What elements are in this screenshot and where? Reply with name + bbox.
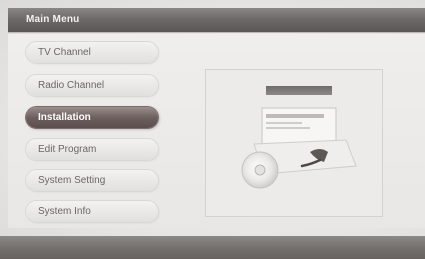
menu-item-label: TV Channel (38, 47, 91, 58)
menu-item-installation[interactable]: Installation (26, 107, 158, 128)
footer-bar (0, 236, 425, 259)
menu-item-label: Installation (38, 112, 91, 123)
menu-item-label: Edit Program (38, 144, 97, 155)
page-title: Main Menu (26, 14, 80, 25)
preview-frame (205, 69, 383, 217)
menu-item-radio-channel[interactable]: Radio Channel (26, 75, 158, 96)
menu-item-label: System Setting (38, 175, 106, 186)
menu-item-system-setting[interactable]: System Setting (26, 170, 158, 191)
menu-item-system-info[interactable]: System Info (26, 201, 158, 222)
menu-item-label: System Info (38, 206, 91, 217)
installation-box-with-disc-icon (241, 86, 357, 189)
menu-item-edit-program[interactable]: Edit Program (26, 139, 158, 160)
menu-item-label: Radio Channel (38, 80, 105, 91)
menu-item-tv-channel[interactable]: TV Channel (26, 42, 158, 63)
tv-osd-screen: Main Menu TV Channel Radio Channel Insta… (0, 0, 425, 259)
header-bar: Main Menu (8, 8, 425, 32)
